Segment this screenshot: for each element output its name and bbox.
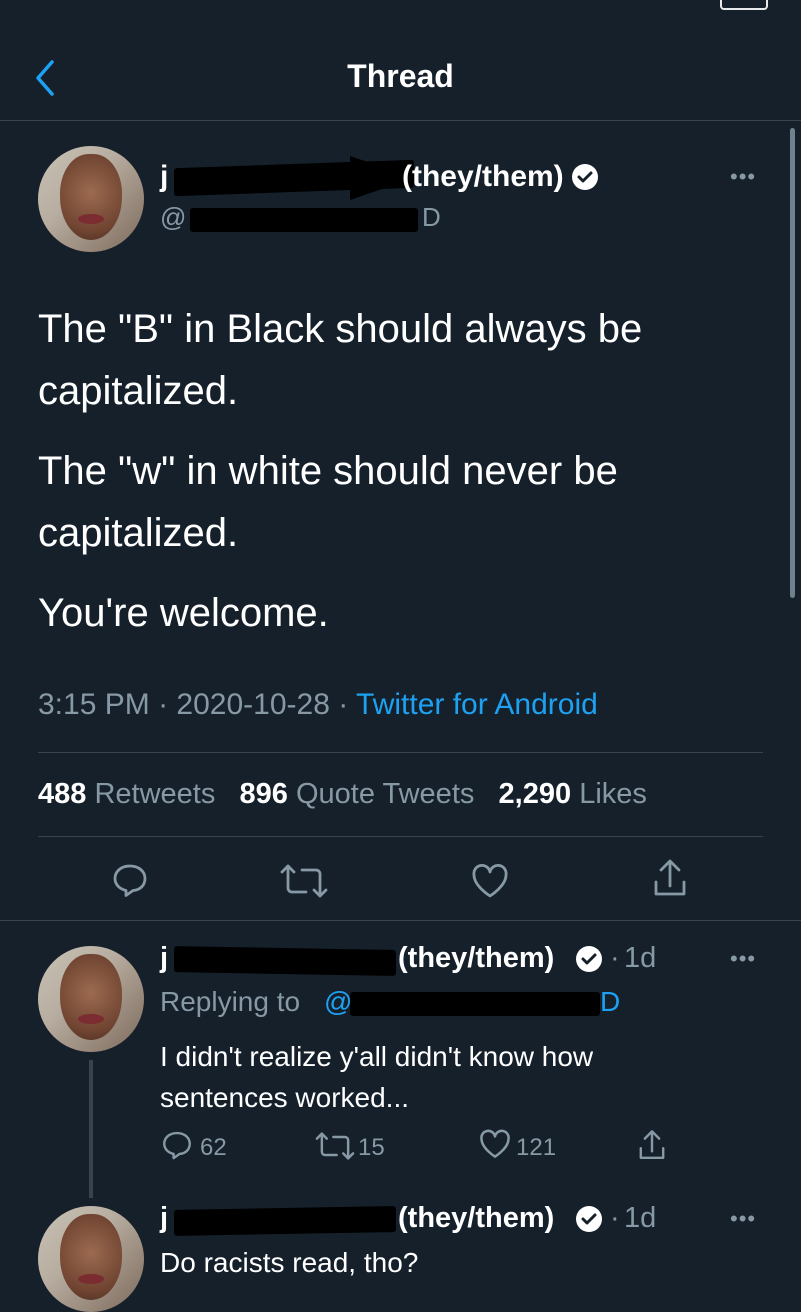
handle-end: D [422, 202, 441, 232]
reply-sep: · [610, 1202, 620, 1234]
more-dots-icon[interactable]: ••• [730, 164, 756, 190]
more-dots-icon[interactable]: ••• [730, 946, 756, 972]
author-pronouns: (they/them) [402, 160, 564, 193]
verified-badge-icon [570, 162, 600, 197]
avatar[interactable] [38, 946, 144, 1052]
redaction-mark [174, 1206, 396, 1236]
reply-count: 62 [200, 1134, 227, 1161]
scrollbar[interactable] [790, 128, 795, 598]
reply-icon [163, 1131, 191, 1160]
reply-icon [113, 864, 147, 897]
reply-author[interactable]: j (they/them) · 1d [160, 942, 680, 976]
like-button[interactable] [470, 862, 510, 900]
more-dots-icon[interactable]: ••• [730, 1206, 756, 1232]
stats-divider-bottom [38, 836, 763, 837]
reply-author-initial: j [160, 1202, 169, 1234]
status-bar [0, 0, 801, 20]
author-name-initial: j [160, 160, 169, 193]
replying-handle-prefix[interactable]: @ [324, 986, 352, 1018]
page-title: Thread [347, 58, 454, 94]
main-tweet-handle: @ D [160, 202, 480, 234]
replying-to: Replying to @ D [160, 986, 630, 1020]
replying-handle-end[interactable]: D [600, 986, 620, 1018]
retweets-stat[interactable]: 488 Retweets [38, 778, 215, 810]
tweet-paragraph: The "w" in white should never be capital… [38, 449, 618, 555]
retweet-button[interactable] [276, 862, 332, 900]
avatar[interactable] [38, 1206, 144, 1312]
tweet-stats: 488 Retweets 896 Quote Tweets 2,290 Like… [38, 778, 647, 811]
reply-author-initial: j [160, 942, 169, 974]
retweet-count: 15 [358, 1134, 385, 1161]
like-icon [480, 1129, 510, 1158]
share-icon [654, 859, 686, 896]
likes-stat[interactable]: 2,290 Likes [499, 778, 647, 810]
thread-divider [0, 920, 801, 921]
reply-age: 1d [624, 942, 657, 974]
tweet-time: 3:15 PM [38, 688, 150, 721]
reply-author-pronouns: (they/them) [398, 942, 555, 974]
handle-redaction [350, 992, 600, 1016]
quote-tweets-stat[interactable]: 896 Quote Tweets [240, 778, 475, 810]
tweet-meta: 3:15 PM · 2020-10-28 · Twitter for Andro… [38, 688, 598, 722]
tweet-paragraph: The "B" in Black should always be capita… [38, 307, 643, 413]
tweet-paragraph: You're welcome. [38, 591, 329, 635]
retweet-icon [315, 1132, 355, 1160]
header-divider [0, 120, 801, 121]
replying-label: Replying to [160, 986, 301, 1017]
stats-divider-top [38, 752, 763, 753]
main-tweet-author[interactable]: j (they/them) [160, 156, 760, 200]
meta-separator: · [158, 688, 169, 721]
reply-author-pronouns: (they/them) [398, 1202, 555, 1234]
retweet-icon [280, 864, 328, 898]
meta-separator: · [338, 688, 349, 721]
handle-redaction [190, 208, 418, 232]
like-count: 121 [516, 1134, 557, 1161]
verified-badge-icon [574, 1204, 604, 1239]
tweet-date: 2020-10-28 [176, 688, 330, 721]
redaction-mark [174, 946, 396, 976]
reply-text: Do racists read, tho? [160, 1247, 419, 1278]
reply-age: 1d [624, 1202, 657, 1234]
tweet-text: The "B" in Black should always be capita… [38, 298, 728, 644]
reply-author[interactable]: j (they/them) · 1d [160, 1202, 680, 1236]
share-button[interactable] [650, 856, 690, 900]
reply-sep: · [610, 942, 620, 974]
reply-text: I didn't realize y'all didn't know how s… [160, 1041, 594, 1113]
like-icon [472, 863, 508, 898]
verified-badge-icon [574, 944, 604, 979]
thread-connector [89, 1060, 93, 1198]
share-icon [639, 1130, 665, 1160]
tweet-source-link[interactable]: Twitter for Android [356, 688, 598, 721]
share-button[interactable] [636, 1126, 668, 1164]
reply-button[interactable] [110, 860, 150, 900]
handle-prefix: @ [160, 202, 187, 232]
avatar[interactable] [38, 146, 144, 252]
